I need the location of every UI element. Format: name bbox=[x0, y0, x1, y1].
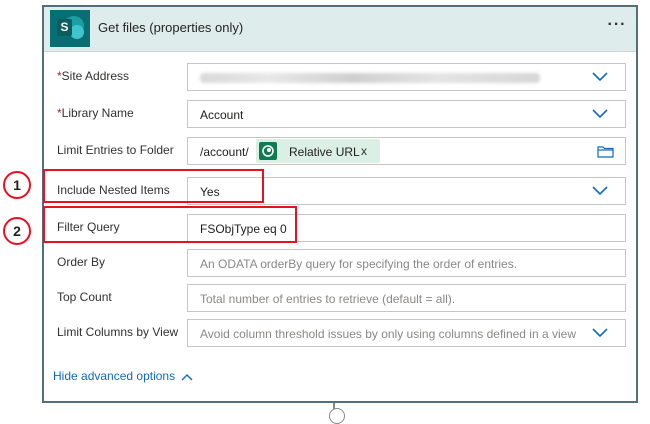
relative-url-token[interactable]: Relative URL x bbox=[256, 139, 380, 163]
limit-columns-label: Limit Columns by View bbox=[57, 325, 179, 339]
limit-columns-placeholder: Avoid column threshold issues by only us… bbox=[200, 327, 576, 341]
annotation-box-filter-query bbox=[43, 206, 297, 243]
folder-icon[interactable] bbox=[597, 145, 614, 158]
top-count-label: Top Count bbox=[57, 290, 112, 304]
chevron-down-icon[interactable] bbox=[592, 109, 608, 119]
site-address-dropdown[interactable] bbox=[187, 63, 626, 91]
library-name-label-text: Library Name bbox=[61, 106, 134, 120]
chevron-down-icon[interactable] bbox=[592, 186, 608, 196]
limit-folder-field[interactable]: /account/ Relative URL x bbox=[187, 137, 626, 165]
order-by-label: Order By bbox=[57, 255, 106, 269]
folder-path-value: /account/ bbox=[200, 145, 249, 159]
annotation-badge-1: 1 bbox=[3, 171, 31, 199]
card-header[interactable]: S Get files (properties only) ··· bbox=[44, 7, 636, 52]
order-by-placeholder: An ODATA orderBy query for specifying th… bbox=[200, 257, 518, 271]
top-count-placeholder: Total number of entries to retrieve (def… bbox=[200, 292, 456, 306]
library-name-dropdown[interactable]: Account bbox=[187, 100, 626, 128]
token-remove-icon[interactable]: x bbox=[361, 144, 367, 158]
library-name-value: Account bbox=[200, 108, 244, 122]
more-options-icon[interactable]: ··· bbox=[604, 17, 630, 37]
annotation-box-include-nested bbox=[43, 169, 264, 203]
site-address-value-obscured bbox=[200, 73, 540, 83]
chevron-up-icon bbox=[181, 373, 193, 381]
limit-folder-label: Limit Entries to Folder bbox=[57, 143, 174, 157]
hide-advanced-label: Hide advanced options bbox=[53, 369, 176, 383]
sharepoint-token-icon bbox=[259, 142, 277, 160]
chevron-down-icon[interactable] bbox=[592, 328, 608, 338]
top-count-input[interactable]: Total number of entries to retrieve (def… bbox=[187, 284, 626, 312]
sharepoint-letter: S bbox=[57, 19, 72, 36]
hide-advanced-options-link[interactable]: Hide advanced options bbox=[53, 369, 193, 383]
site-address-label-text: Site Address bbox=[61, 69, 130, 83]
annotation-badge-2: 2 bbox=[3, 217, 31, 245]
sharepoint-icon: S bbox=[50, 10, 90, 47]
order-by-input[interactable]: An ODATA orderBy query for specifying th… bbox=[187, 249, 626, 277]
chevron-down-icon[interactable] bbox=[592, 72, 608, 82]
card-title: Get files (properties only) bbox=[98, 20, 244, 35]
add-step-connector-icon[interactable] bbox=[329, 408, 345, 424]
token-label: Relative URL bbox=[289, 145, 360, 159]
library-name-label: *Library Name bbox=[57, 106, 134, 120]
limit-columns-dropdown[interactable]: Avoid column threshold issues by only us… bbox=[187, 319, 626, 347]
site-address-label: *Site Address bbox=[57, 69, 129, 83]
action-card: S Get files (properties only) ··· *Site … bbox=[42, 5, 638, 403]
